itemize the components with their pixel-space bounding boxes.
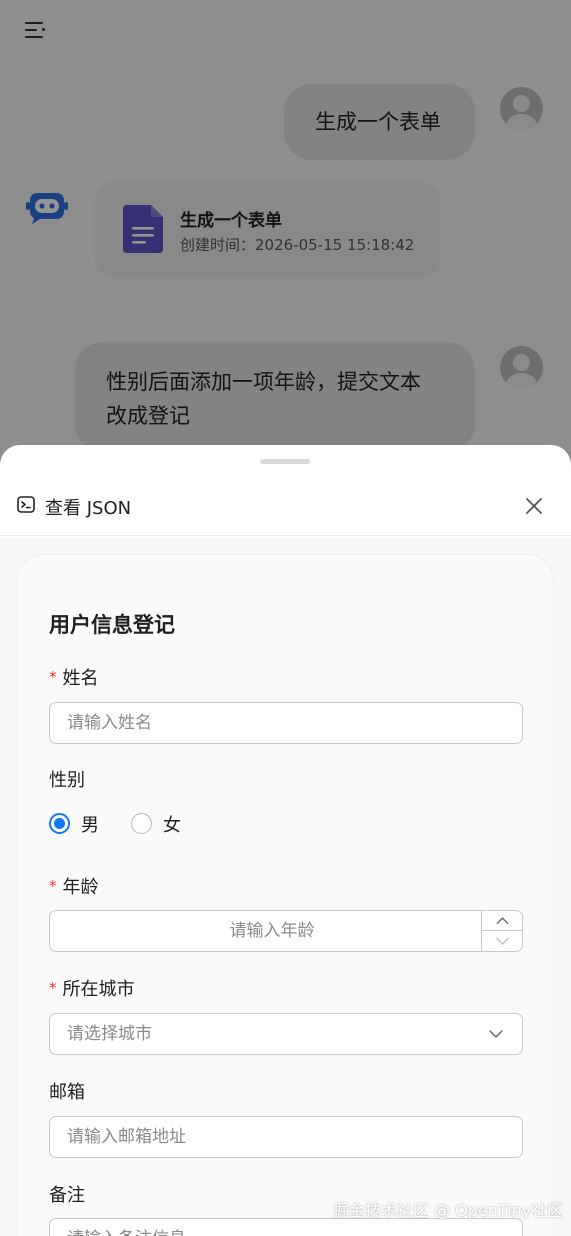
name-label: * 姓名 (49, 668, 99, 689)
age-number-input[interactable]: 请输入年龄 (49, 910, 523, 952)
required-mark: * (49, 877, 57, 895)
sheet-header: 查看 JSON (0, 479, 571, 536)
email-label: 邮箱 (49, 1082, 85, 1103)
name-input[interactable]: 请输入姓名 (49, 702, 523, 744)
radio-unchecked-icon (131, 813, 152, 834)
form-title: 用户信息登记 (49, 613, 175, 637)
age-label: * 年龄 (49, 877, 99, 898)
sheet-title: 查看 JSON (45, 498, 132, 519)
form-preview: 用户信息登记 * 姓名 请输入姓名 性别 男 女 * 年龄 请输入年龄 * 所在… (17, 554, 554, 1236)
chevron-down-icon (489, 1030, 503, 1038)
drag-handle[interactable] (260, 459, 310, 464)
chevron-up-icon[interactable] (482, 911, 523, 931)
age-placeholder: 请输入年龄 (229, 921, 315, 941)
city-label: * 所在城市 (49, 979, 135, 1000)
chevron-down-icon[interactable] (482, 931, 523, 951)
json-bottom-sheet: 查看 JSON 用户信息登记 * 姓名 请输入姓名 性别 男 女 * 年龄 请输… (0, 445, 571, 1236)
city-select[interactable]: 请选择城市 (49, 1013, 523, 1055)
required-mark: * (49, 979, 57, 997)
required-mark: * (49, 668, 57, 686)
gender-label: 性别 (49, 770, 85, 791)
terminal-icon (17, 496, 35, 513)
sheet-body[interactable]: 用户信息登记 * 姓名 请输入姓名 性别 男 女 * 年龄 请输入年龄 * 所在… (0, 537, 571, 1236)
watermark: 掘金技术社区 @ OpenTiny社区 (333, 1201, 564, 1220)
age-stepper (481, 911, 523, 951)
close-icon[interactable] (521, 493, 547, 519)
radio-checked-icon (49, 813, 70, 834)
remark-label: 备注 (49, 1185, 85, 1206)
city-placeholder: 请选择城市 (67, 1024, 152, 1044)
email-input[interactable]: 请输入邮箱地址 (49, 1116, 523, 1158)
